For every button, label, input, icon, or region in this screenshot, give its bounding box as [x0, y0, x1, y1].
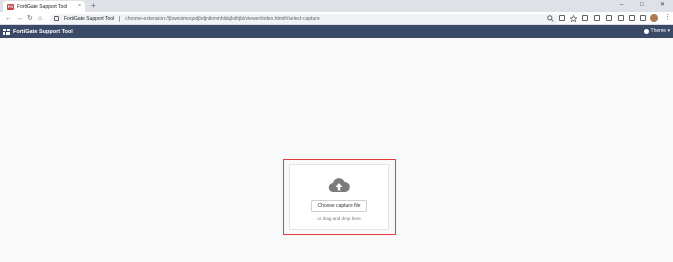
cloud-upload-icon — [328, 178, 350, 193]
browser-toolbar: ← → ↻ ⌂ FortiGate Support Tool chrome-ex… — [0, 12, 673, 25]
extension-icon-2[interactable] — [594, 15, 600, 21]
star-icon[interactable] — [570, 14, 577, 22]
browser-tab[interactable]: FG FortiGate Support Tool × — [3, 1, 85, 12]
theme-menu-button[interactable]: Theme ▾ — [643, 28, 670, 34]
tab-close-icon[interactable]: × — [78, 3, 81, 9]
theme-label: Theme ▾ — [650, 28, 670, 34]
home-button[interactable]: ⌂ — [38, 14, 42, 23]
highlight-box: Choose capture file or drag and drop her… — [283, 159, 396, 235]
sidebar-icon[interactable] — [640, 15, 646, 21]
browser-menu-icon[interactable]: ⋮ — [664, 14, 671, 22]
minimize-button[interactable]: – — [620, 1, 623, 10]
choose-capture-file-button[interactable]: Choose capture file — [311, 200, 367, 212]
new-tab-button[interactable]: + — [91, 1, 96, 11]
profile-avatar[interactable] — [650, 14, 658, 22]
tab-title: FortiGate Support Tool — [17, 3, 68, 10]
theme-icon — [643, 28, 649, 34]
reload-button[interactable]: ↻ — [27, 14, 33, 23]
extension-icon-1[interactable] — [582, 15, 588, 21]
extension-page-icon — [54, 16, 59, 21]
app-title: FortiGate Support Tool — [13, 28, 73, 35]
fortigate-favicon-icon: FG — [7, 3, 14, 10]
fortinet-logo-icon — [3, 28, 10, 35]
forward-button[interactable]: → — [16, 14, 23, 23]
main-content: Choose capture file or drag and drop her… — [0, 38, 673, 262]
extension-icon-3[interactable] — [606, 15, 612, 21]
extension-icon-4[interactable] — [618, 15, 624, 21]
maximize-button[interactable]: □ — [640, 1, 644, 10]
omnibox-divider — [119, 15, 121, 22]
capture-dropzone[interactable]: Choose capture file or drag and drop her… — [289, 164, 389, 230]
search-icon[interactable] — [547, 15, 554, 22]
app-header: FortiGate Support Tool Theme ▾ — [0, 25, 673, 38]
extensions-icon[interactable] — [629, 15, 635, 21]
omnibox-url[interactable]: chrome-extension://jbwesimoqodjbdjnikmmh… — [125, 16, 320, 22]
address-bar[interactable]: FortiGate Support Tool chrome-extension:… — [50, 13, 560, 24]
browser-tab-strip: FG FortiGate Support Tool × + – □ ✕ — [0, 0, 673, 12]
window-close-button[interactable]: ✕ — [660, 1, 665, 10]
omnibox-site-name: FortiGate Support Tool — [64, 15, 115, 22]
share-icon[interactable] — [559, 15, 565, 21]
back-button[interactable]: ← — [5, 14, 12, 23]
drag-drop-hint: or drag and drop here — [317, 216, 361, 221]
